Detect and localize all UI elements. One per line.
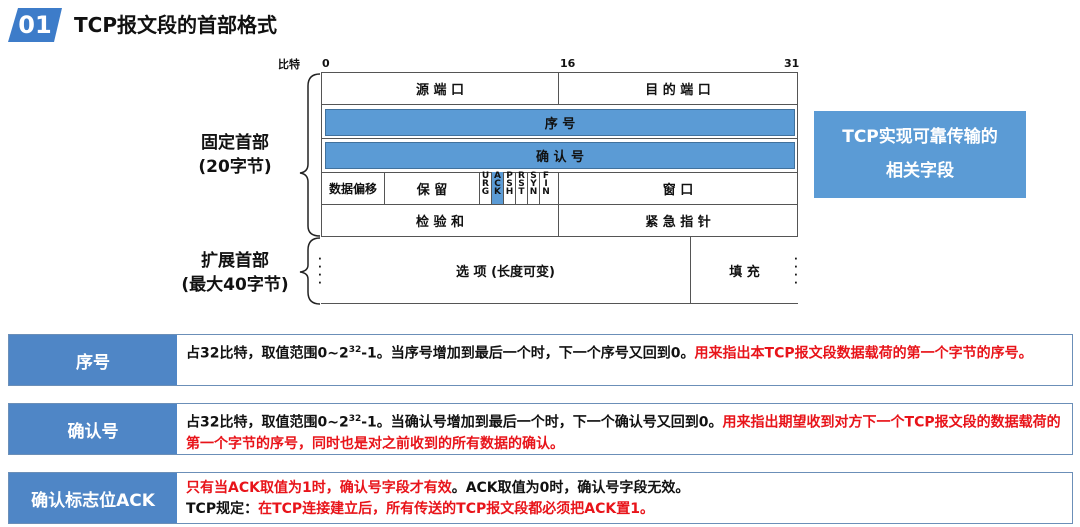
options-field: 选 项 (长度可变) — [321, 236, 691, 304]
ack-number-description-row: 确认号 占32比特，取值范围0~232-1。当确认号增加到最后一个时，下一个确认… — [8, 403, 1073, 455]
fixed-header-label: 固定首部 (20字节) — [198, 133, 272, 177]
source-port-field: 源 端 口 — [321, 72, 559, 105]
page-title: TCP报文段的首部格式 — [74, 13, 277, 37]
ack-number-field: 确 认 号 — [325, 142, 795, 169]
seq-description-row: 序号 占32比特，取值范围0~232-1。当序号增加到最后一个时，下一个序号又回… — [8, 334, 1073, 386]
flag-psh: PSH — [504, 172, 516, 204]
bit-mark-0: 0 — [322, 57, 330, 70]
flag-fin: FIN — [542, 171, 550, 197]
ack-flag-description-row: 确认标志位ACK 只有当ACK取值为1时，确认号字段才有效。ACK取值为0时，确… — [8, 472, 1073, 524]
options-right-dots: · · · · — [794, 254, 798, 289]
bit-mark-16: 16 — [560, 57, 576, 70]
data-offset-field: 数据偏移 — [321, 172, 385, 205]
destination-port-field: 目 的 端 口 — [558, 72, 798, 105]
flag-syn: SYN — [528, 172, 540, 204]
checksum-field: 检 验 和 — [321, 204, 559, 237]
ack-flag-row-text: 只有当ACK取值为1时，确认号字段才有效。ACK取值为0时，确认号字段无效。 TC… — [186, 480, 690, 517]
flag-urg: URG — [480, 172, 492, 204]
urgent-pointer-field: 紧 急 指 针 — [558, 204, 798, 237]
ack-number-row-text: 占32比特，取值范围0~232-1。当确认号增加到最后一个时，下一个确认号又回到… — [186, 414, 1061, 452]
bits-label: 比特 — [278, 58, 300, 71]
window-field: 窗 口 — [558, 172, 798, 205]
flag-ack: ACK — [492, 172, 504, 204]
ack-flag-row-label: 确认标志位ACK — [9, 473, 177, 523]
options-left-dots: · · · · — [318, 254, 322, 289]
extended-header-label: 扩展首部 (最大40字节) — [181, 251, 289, 295]
reliable-transfer-callout: TCP实现可靠传输的 相关字段 — [814, 111, 1026, 198]
flag-rst: RST — [516, 172, 528, 204]
section-number-badge: 01 — [8, 8, 62, 42]
sequence-number-field: 序 号 — [325, 109, 795, 136]
seq-row-label: 序号 — [9, 335, 177, 385]
ack-number-row-label: 确认号 — [9, 404, 177, 454]
reserved-field: 保 留 — [384, 172, 480, 205]
seq-row-text: 占32比特，取值范围0~232-1。当序号增加到最后一个时，下一个序号又回到0。… — [186, 345, 1033, 362]
bit-mark-31: 31 — [784, 57, 800, 70]
padding-field: 填 充 — [690, 236, 798, 304]
